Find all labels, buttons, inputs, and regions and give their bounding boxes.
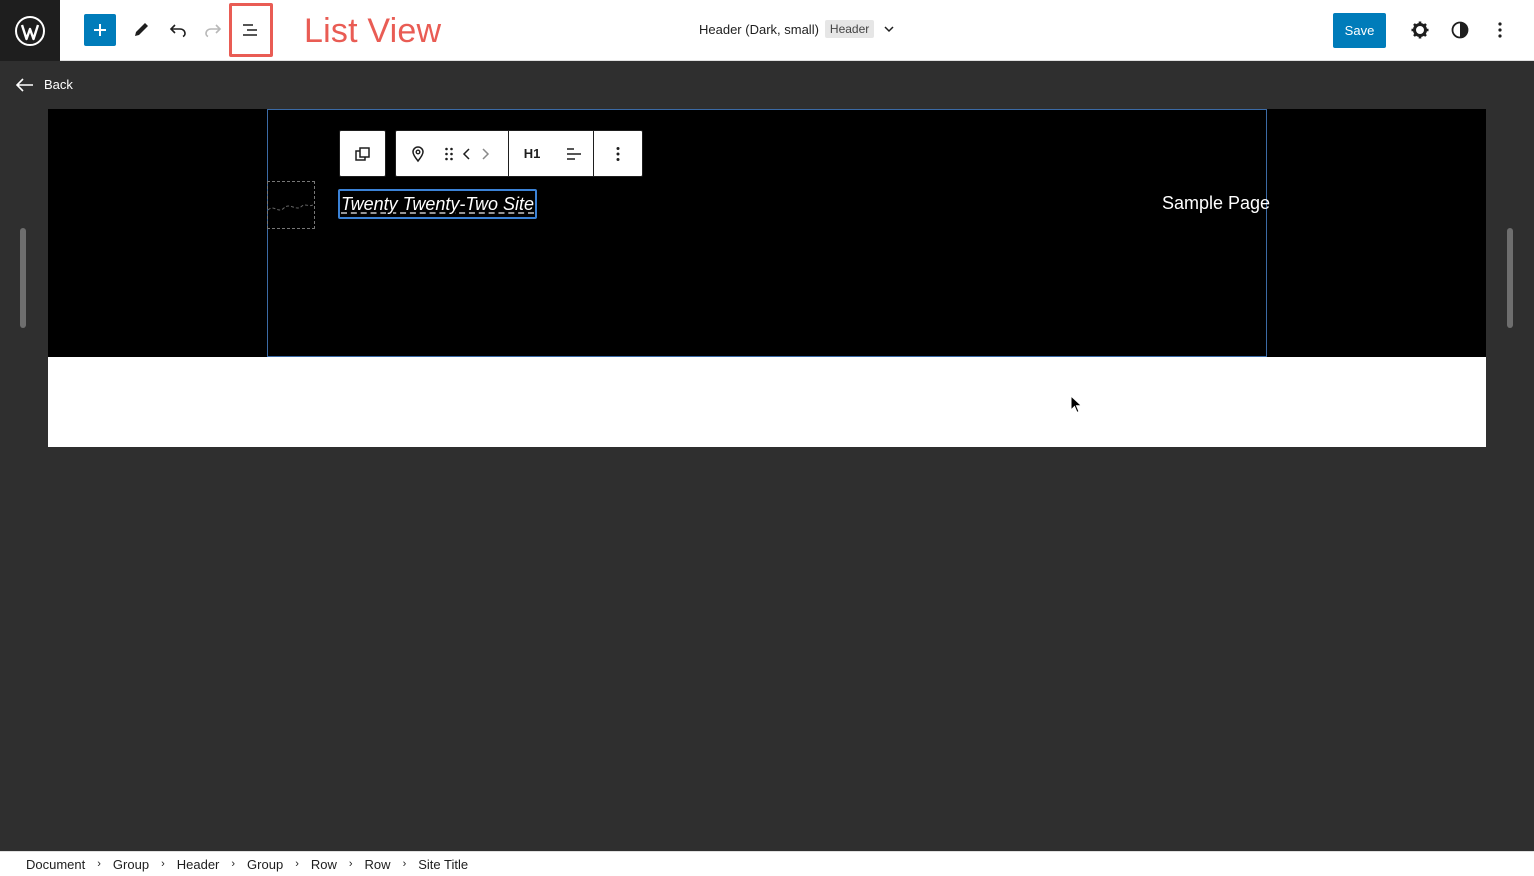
right-scrollbar[interactable] [1507, 228, 1513, 328]
align-left-icon [567, 147, 581, 160]
map-pin-icon [412, 145, 424, 162]
gear-icon [1411, 21, 1429, 39]
breadcrumb-item-document[interactable]: Document [26, 857, 85, 872]
move-left-button[interactable] [458, 131, 476, 176]
tools-button[interactable] [125, 14, 157, 46]
chevron-right-icon: › [402, 858, 407, 870]
pencil-icon [135, 23, 148, 36]
chevron-right-icon: › [231, 858, 236, 870]
chevron-right-icon: › [348, 858, 353, 870]
editor-top-bar: List View Header (Dark, small) Header Sa… [0, 0, 1534, 61]
wordpress-logo-button[interactable] [0, 0, 60, 61]
add-block-button[interactable] [84, 14, 116, 46]
breadcrumb-item-header[interactable]: Header [177, 857, 220, 872]
vertical-dots-icon [616, 146, 619, 161]
styles-button[interactable] [1444, 14, 1476, 46]
vertical-dots-icon [1498, 22, 1502, 38]
image-placeholder-icon [267, 203, 315, 211]
redo-icon [205, 24, 222, 38]
list-view-highlight [229, 3, 273, 57]
list-view-annotation: List View [304, 12, 442, 50]
move-right-button[interactable] [476, 131, 494, 176]
drag-handle[interactable] [440, 131, 458, 176]
back-label: Back [44, 77, 73, 92]
undo-button[interactable] [162, 14, 194, 46]
block-breadcrumb: Document › Group › Header › Group › Row … [0, 851, 1534, 876]
site-logo-placeholder[interactable] [267, 181, 315, 229]
site-title-block[interactable]: Twenty Twenty-Two Site [338, 189, 538, 219]
breadcrumb-item-group[interactable]: Group [113, 857, 149, 872]
half-circle-icon [1451, 21, 1469, 39]
breadcrumb-item-site-title: Site Title [418, 856, 469, 872]
heading-level-button[interactable]: H1 [509, 131, 555, 176]
save-button[interactable]: Save [1333, 13, 1386, 48]
block-toolbar-parent [339, 130, 386, 177]
document-type-badge: Header [824, 20, 875, 38]
wordpress-icon [15, 15, 45, 46]
options-button[interactable] [1484, 14, 1516, 46]
settings-button[interactable] [1404, 14, 1436, 46]
select-parent-icon [354, 146, 370, 161]
drag-handle-icon [445, 147, 453, 160]
back-button[interactable]: Back [16, 77, 73, 92]
chevron-down-icon[interactable] [882, 22, 896, 36]
select-parent-button[interactable] [340, 131, 385, 176]
chevron-right-icon [482, 147, 490, 160]
chevron-right-icon: › [295, 858, 299, 870]
breadcrumb-item-row-inner[interactable]: Row [365, 857, 391, 872]
undo-icon [169, 24, 186, 38]
breadcrumb-item-group-inner[interactable]: Group [247, 857, 283, 872]
chevron-right-icon: › [97, 858, 101, 870]
chevron-left-icon [462, 147, 470, 160]
redo-button[interactable] [197, 14, 229, 46]
mouse-cursor-icon [1070, 394, 1084, 420]
nav-link-sample-page[interactable]: Sample Page [1162, 193, 1270, 214]
breadcrumb-item-row[interactable]: Row [311, 857, 337, 872]
align-text-button[interactable] [555, 131, 593, 176]
document-title-bar[interactable]: Header (Dark, small) Header [699, 20, 896, 38]
arrow-left-icon [16, 77, 33, 92]
block-type-button[interactable] [396, 131, 440, 176]
block-options-button[interactable] [594, 131, 641, 176]
left-scrollbar[interactable] [20, 228, 26, 328]
document-title: Header (Dark, small) [699, 21, 819, 37]
chevron-right-icon: › [161, 858, 165, 870]
site-title-text: Twenty Twenty-Two Site [341, 194, 535, 214]
block-toolbar: H1 [395, 130, 643, 177]
plus-icon [94, 24, 106, 36]
editor-canvas[interactable]: Twenty Twenty-Two Site Sample Page H1 [48, 109, 1486, 447]
